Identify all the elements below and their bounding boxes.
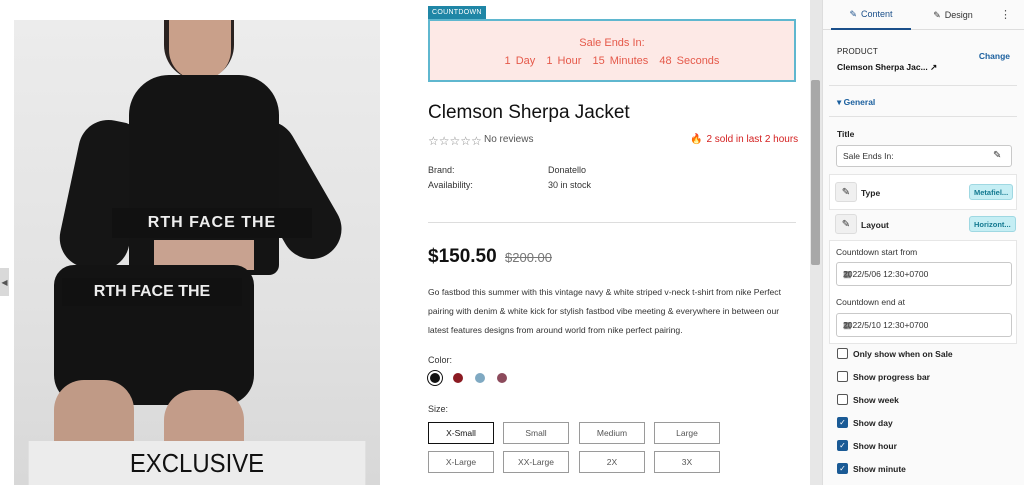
checkbox-label: Show hour	[853, 441, 897, 451]
end-date-label: Countdown end at	[836, 297, 905, 307]
layout-pencil-icon[interactable]: ✎	[835, 214, 857, 234]
general-section-label: General	[843, 97, 876, 107]
checkbox-show-week[interactable]	[837, 394, 848, 405]
product-image: RTH FACE THE RTH FACE THE	[14, 20, 380, 485]
product-description: Go fastbod this summer with this vintage…	[428, 287, 781, 335]
edit-title-icon[interactable]: ✎	[993, 150, 1001, 161]
preview-canvas: ◀ RTH FACE THE RTH FACE THE EXCLUSIVE CO…	[0, 0, 822, 485]
external-link-icon[interactable]: ↗	[930, 62, 937, 72]
checkbox-show-hour[interactable]: ✓	[837, 440, 848, 451]
checkbox-show-day[interactable]: ✓	[837, 417, 848, 428]
checkbox-only-on-sale[interactable]	[837, 348, 848, 359]
product-title: Clemson Sherpa Jacket	[428, 102, 630, 123]
type-badge[interactable]: Metafiel...	[969, 184, 1014, 200]
checkbox-progress-bar[interactable]	[837, 371, 848, 382]
size-option[interactable]: X-Small	[428, 422, 494, 444]
brush-icon: ✎	[933, 9, 941, 20]
price: $150.50	[428, 246, 497, 267]
countdown-block[interactable]: Sale Ends In: 1 Day 1 Hour 15 Minutes 48…	[428, 19, 796, 82]
size-option[interactable]: 3X	[654, 451, 720, 473]
color-swatch[interactable]	[453, 373, 463, 383]
tab-content-label: Content	[861, 9, 893, 19]
checkbox-label: Show progress bar	[853, 372, 930, 382]
panel-tabs: ✎ Content ✎ Design ⋮	[823, 0, 1024, 30]
color-swatch[interactable]	[427, 370, 443, 386]
model-head	[169, 20, 231, 80]
divider	[428, 222, 796, 223]
shorts-band-text: RTH FACE THE	[62, 278, 242, 306]
color-swatch[interactable]	[475, 373, 485, 383]
availability-label: Availability:	[428, 180, 473, 190]
sold-text: 2 sold in last 2 hours	[706, 134, 799, 145]
size-option[interactable]: X-Large	[428, 451, 494, 473]
rating-stars: ☆☆☆☆☆	[428, 134, 482, 148]
caret-down-icon: ▾	[837, 97, 844, 107]
checkbox-label: Show minute	[853, 464, 906, 474]
title-field-label: Title	[837, 129, 855, 139]
compare-price: $200.00	[505, 250, 552, 265]
selected-product[interactable]: Clemson Sherpa Jac... ↗	[837, 62, 937, 73]
color-label: Color:	[428, 355, 453, 365]
collapse-left-handle[interactable]: ◀	[0, 268, 9, 296]
color-swatch[interactable]	[497, 373, 507, 383]
checkbox-label: Only show when on Sale	[853, 349, 953, 359]
brand-label: Brand:	[428, 165, 455, 175]
more-options-icon[interactable]: ⋮	[1000, 8, 1011, 21]
general-section-toggle[interactable]: ▾ General	[837, 97, 875, 108]
countdown-tag: COUNTDOWN	[428, 6, 486, 19]
countdown-seconds: 48 Seconds	[659, 55, 720, 67]
fire-icon: 🔥	[690, 134, 703, 145]
size-option[interactable]: Large	[654, 422, 720, 444]
availability-value: 30 in stock	[548, 180, 592, 190]
calendar-icon: ▦	[843, 319, 857, 330]
start-date-label: Countdown start from	[836, 247, 918, 257]
product-section-label: PRODUCT	[837, 47, 878, 56]
calendar-icon: ▦	[843, 268, 857, 279]
title-field-value: Sale Ends In:	[843, 151, 894, 161]
checkbox-label: Show day	[853, 418, 893, 428]
selected-product-name: Clemson Sherpa Jac...	[837, 62, 928, 72]
separator	[829, 116, 1017, 117]
image-caption: EXCLUSIVE	[28, 441, 366, 485]
size-option[interactable]: Small	[503, 422, 569, 444]
type-label: Type	[861, 188, 881, 198]
title-field[interactable]: Sale Ends In:	[836, 145, 1012, 167]
start-date-field[interactable]: ▦ 2022/5/06 12:30+0700	[836, 262, 1012, 286]
change-product-button[interactable]: Change	[979, 51, 1010, 61]
layout-badge[interactable]: Horizont...	[969, 216, 1016, 232]
preview-scrollbar-thumb[interactable]	[811, 80, 820, 265]
checkbox-label: Show week	[853, 395, 899, 405]
type-pencil-icon[interactable]: ✎	[835, 182, 857, 202]
tab-content[interactable]: ✎ Content	[831, 0, 911, 30]
brand-value: Donatello	[548, 165, 587, 175]
reviews-text: No reviews	[484, 134, 534, 145]
countdown-hour: 1 Hour	[546, 55, 582, 67]
tab-design-label: Design	[944, 10, 973, 20]
countdown-day: 1 Day	[504, 55, 536, 67]
end-date-field[interactable]: ▦ 2022/5/10 12:30+0700	[836, 313, 1012, 337]
checkbox-show-minute[interactable]: ✓	[837, 463, 848, 474]
separator	[829, 85, 1017, 86]
top-band-text: RTH FACE THE	[112, 208, 312, 238]
settings-panel: ✎ Content ✎ Design ⋮ PRODUCT Clemson Sherp…	[822, 0, 1024, 485]
size-label: Size:	[428, 404, 449, 414]
size-option[interactable]: XX-Large	[503, 451, 569, 473]
tab-design[interactable]: ✎ Design	[923, 0, 983, 30]
pencil-icon: ✎	[849, 8, 857, 19]
size-option[interactable]: 2X	[579, 451, 645, 473]
sold-indicator: 🔥 2 sold in last 2 hours	[690, 134, 798, 145]
countdown-title: Sale Ends In:	[579, 37, 645, 49]
countdown-minutes: 15 Minutes	[592, 55, 649, 67]
size-option[interactable]: Medium	[579, 422, 645, 444]
layout-label: Layout	[861, 220, 889, 230]
countdown-values: 1 Day 1 Hour 15 Minutes 48 Seconds	[430, 55, 794, 67]
